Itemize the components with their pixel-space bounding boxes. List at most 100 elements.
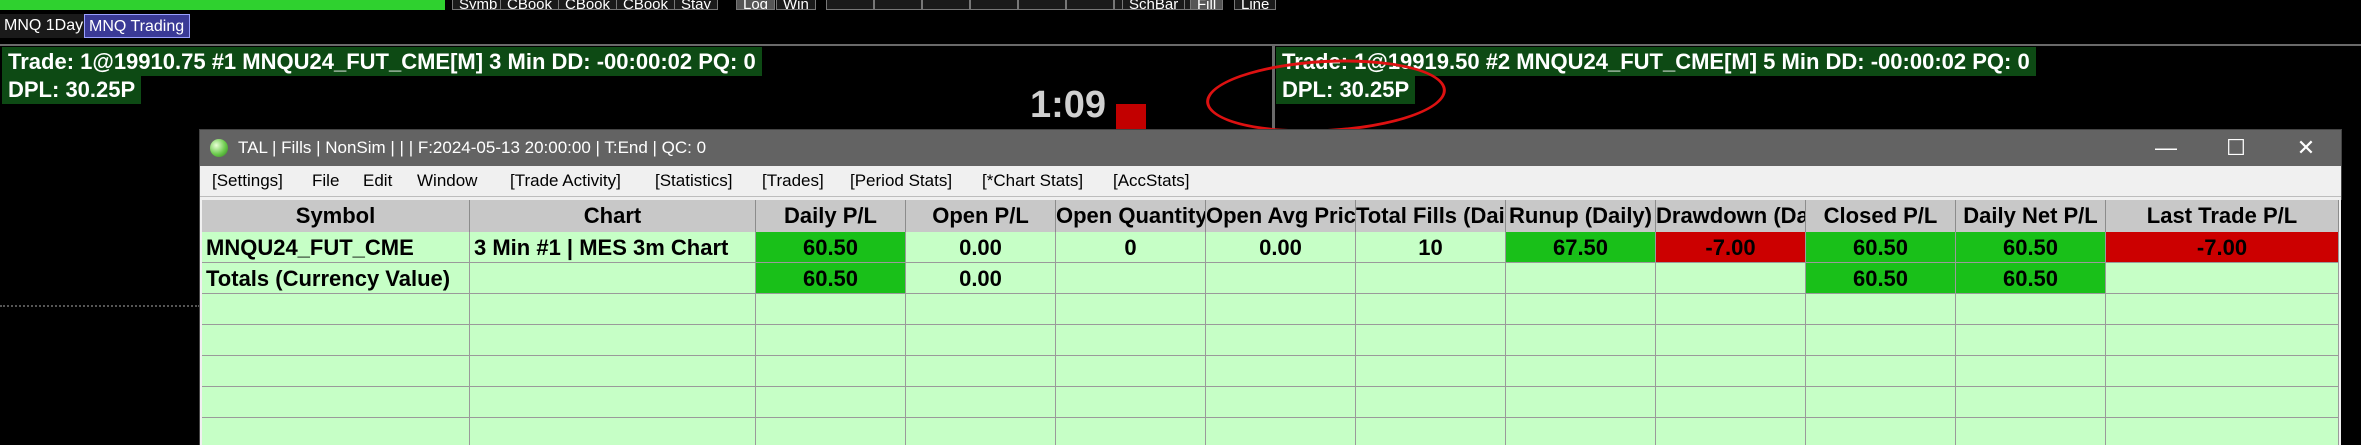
totals-daily-net-pl[interactable]: 60.50 — [1956, 263, 2106, 294]
empty-row-cell[interactable] — [2106, 418, 2339, 445]
empty-row-cell[interactable] — [1206, 294, 1356, 325]
empty-row-cell[interactable] — [470, 418, 756, 445]
col-header-chart[interactable]: Chart — [470, 200, 756, 232]
maximize-button[interactable]: ☐ — [2201, 130, 2271, 166]
empty-row-cell[interactable] — [1056, 294, 1206, 325]
empty-row-cell[interactable] — [470, 294, 756, 325]
empty-row-cell[interactable] — [1206, 418, 1356, 445]
empty-row-cell[interactable] — [1806, 325, 1956, 356]
toolbar-cbook-button[interactable]: CBook — [500, 0, 560, 10]
row1-symbol[interactable]: MNQU24_FUT_CME — [202, 232, 470, 263]
empty-row-cell[interactable] — [1056, 418, 1206, 445]
empty-row-cell[interactable] — [202, 418, 470, 445]
empty-row-cell[interactable] — [1356, 356, 1506, 387]
col-header-last-trade-pl[interactable]: Last Trade P/L — [2106, 200, 2339, 232]
col-header-runup[interactable]: Runup (Daily) — [1506, 200, 1656, 232]
empty-row-cell[interactable] — [1806, 294, 1956, 325]
empty-row-cell[interactable] — [1506, 387, 1656, 418]
empty-row-cell[interactable] — [906, 356, 1056, 387]
empty-row-cell[interactable] — [470, 356, 756, 387]
empty-row-cell[interactable] — [1956, 387, 2106, 418]
close-button[interactable]: ✕ — [2271, 130, 2341, 166]
totals-chart[interactable] — [470, 263, 756, 294]
empty-row-cell[interactable] — [1656, 294, 1806, 325]
empty-row-cell[interactable] — [1056, 356, 1206, 387]
empty-row-cell[interactable] — [1806, 418, 1956, 445]
empty-row-cell[interactable] — [202, 294, 470, 325]
empty-row-cell[interactable] — [1356, 387, 1506, 418]
toolbar-line-button[interactable]: Line — [1234, 0, 1277, 10]
empty-row-cell[interactable] — [906, 418, 1056, 445]
empty-row-cell[interactable] — [1956, 418, 2106, 445]
empty-row-cell[interactable] — [1656, 387, 1806, 418]
col-header-total-fills[interactable]: Total Fills (Daily) — [1356, 200, 1506, 232]
empty-row-cell[interactable] — [1806, 387, 1956, 418]
toolbar-stay-button[interactable]: Stay — [674, 0, 719, 10]
toolbar-cbook-button-2[interactable]: CBook — [558, 0, 618, 10]
empty-row-cell[interactable] — [906, 387, 1056, 418]
row1-open-quantity[interactable]: 0 — [1056, 232, 1206, 263]
empty-row-cell[interactable] — [1356, 325, 1506, 356]
row1-open-pl[interactable]: 0.00 — [906, 232, 1056, 263]
toolbar-fill-button[interactable]: Fill — [1190, 0, 1224, 10]
totals-drawdown[interactable] — [1656, 263, 1806, 294]
empty-row-cell[interactable] — [1506, 356, 1656, 387]
empty-row-cell[interactable] — [470, 387, 756, 418]
empty-row-cell[interactable] — [906, 325, 1056, 356]
col-header-open-quantity[interactable]: Open Quantity — [1056, 200, 1206, 232]
empty-row-cell[interactable] — [2106, 294, 2339, 325]
row1-open-avg-price[interactable]: 0.00 — [1206, 232, 1356, 263]
totals-last-trade-pl[interactable] — [2106, 263, 2339, 294]
empty-row-cell[interactable] — [1656, 325, 1806, 356]
empty-row-cell[interactable] — [1656, 356, 1806, 387]
col-header-symbol[interactable]: Symbol — [202, 200, 470, 232]
empty-row-cell[interactable] — [202, 387, 470, 418]
empty-row-cell[interactable] — [2106, 325, 2339, 356]
col-header-closed-pl[interactable]: Closed P/L — [1806, 200, 1956, 232]
empty-row-cell[interactable] — [202, 356, 470, 387]
toolbar-blank-button-4[interactable] — [970, 0, 1018, 10]
toolbar-blank-button-5[interactable] — [1018, 0, 1066, 10]
empty-row-cell[interactable] — [1506, 294, 1656, 325]
row1-chart[interactable]: 3 Min #1 | MES 3m Chart — [470, 232, 756, 263]
toolbar-blank-button-1[interactable] — [826, 0, 874, 10]
empty-row-cell[interactable] — [1356, 418, 1506, 445]
empty-row-cell[interactable] — [756, 325, 906, 356]
toolbar-win-button[interactable]: Win — [776, 0, 816, 10]
totals-open-quantity[interactable] — [1056, 263, 1206, 294]
empty-row-cell[interactable] — [202, 325, 470, 356]
empty-row-cell[interactable] — [1956, 356, 2106, 387]
empty-row-cell[interactable] — [1956, 325, 2106, 356]
tab-mnq-1day[interactable]: MNQ 1Day — [0, 14, 84, 38]
empty-row-cell[interactable] — [756, 356, 906, 387]
window-titlebar[interactable]: TAL | Fills | NonSim | | | F:2024-05-13 … — [200, 130, 2341, 166]
totals-total-fills[interactable] — [1356, 263, 1506, 294]
empty-row-cell[interactable] — [1056, 387, 1206, 418]
row1-daily-net-pl[interactable]: 60.50 — [1956, 232, 2106, 263]
toolbar-symb-button[interactable]: Symb — [452, 0, 505, 10]
menu-window[interactable]: Window — [417, 166, 477, 196]
totals-closed-pl[interactable]: 60.50 — [1806, 263, 1956, 294]
tab-mnq-trading[interactable]: MNQ Trading — [84, 14, 190, 38]
empty-row-cell[interactable] — [756, 294, 906, 325]
empty-row-cell[interactable] — [1056, 325, 1206, 356]
minimize-button[interactable]: — — [2131, 130, 2201, 166]
empty-row-cell[interactable] — [1656, 418, 1806, 445]
row1-daily-pl[interactable]: 60.50 — [756, 232, 906, 263]
empty-row-cell[interactable] — [1506, 418, 1656, 445]
empty-row-cell[interactable] — [1206, 387, 1356, 418]
toolbar-log-button[interactable]: Log — [736, 0, 776, 10]
menu-trades[interactable]: [Trades] — [762, 166, 824, 196]
toolbar-blank-button-6[interactable] — [1066, 0, 1114, 10]
empty-row-cell[interactable] — [1356, 294, 1506, 325]
menu-edit[interactable]: Edit — [363, 166, 392, 196]
row1-runup[interactable]: 67.50 — [1506, 232, 1656, 263]
menu-file[interactable]: File — [312, 166, 339, 196]
empty-row-cell[interactable] — [1506, 325, 1656, 356]
totals-label[interactable]: Totals (Currency Value) — [202, 263, 470, 294]
menu-statistics[interactable]: [Statistics] — [655, 166, 732, 196]
menu-chart-stats[interactable]: [*Chart Stats] — [982, 166, 1083, 196]
menu-trade-activity[interactable]: [Trade Activity] — [510, 166, 621, 196]
col-header-open-pl[interactable]: Open P/L — [906, 200, 1056, 232]
menu-period-stats[interactable]: [Period Stats] — [850, 166, 952, 196]
